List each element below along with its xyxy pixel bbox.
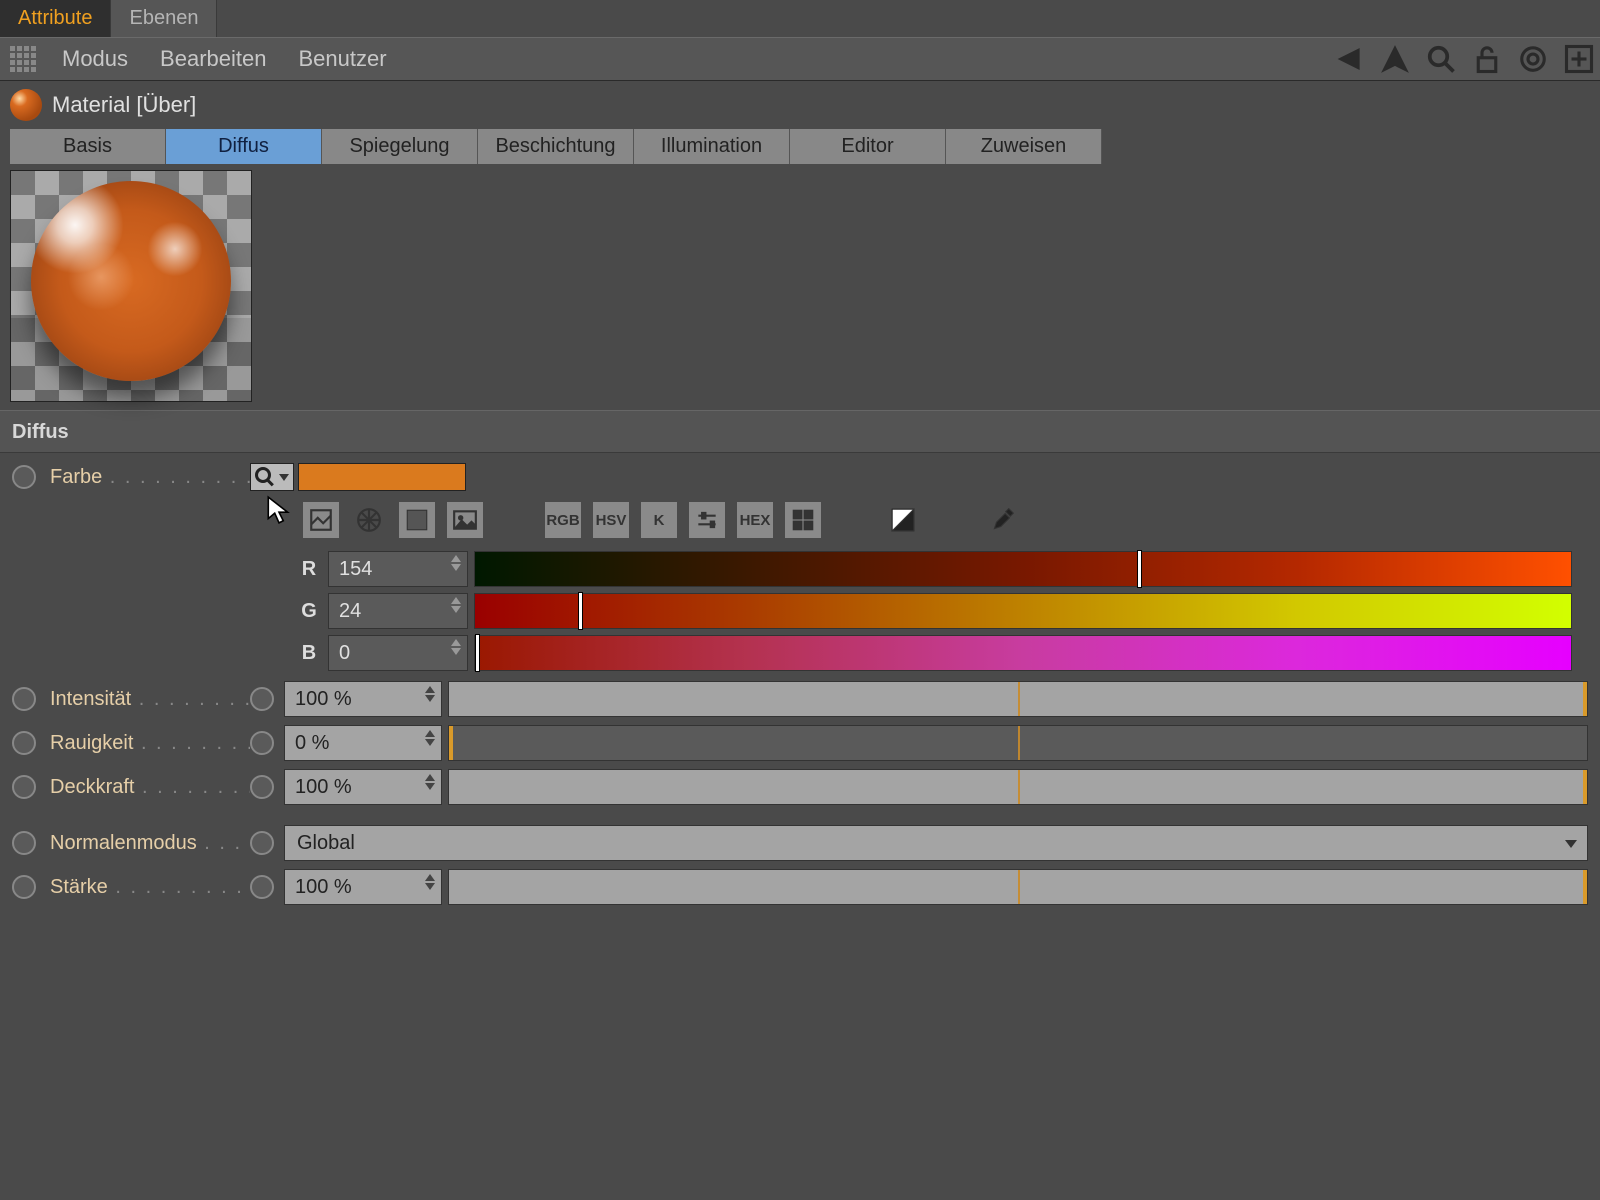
tab-illumination[interactable]: Illumination (634, 129, 790, 164)
color-tool-spectrum-icon[interactable] (398, 501, 436, 539)
color-mode-rgb[interactable]: RGB (544, 501, 582, 539)
radio-staerke[interactable] (12, 875, 36, 899)
color-mode-hsv[interactable]: HSV (592, 501, 630, 539)
anim-intensitaet[interactable] (250, 687, 274, 711)
menu-modus[interactable]: Modus (46, 42, 144, 76)
tab-editor[interactable]: Editor (790, 129, 946, 164)
dropdown-normalenmodus[interactable]: Global (284, 825, 1588, 861)
radio-intensitaet[interactable] (12, 687, 36, 711)
grid-menu-icon[interactable] (10, 46, 36, 72)
radio-deckkraft[interactable] (12, 775, 36, 799)
tab-attribute[interactable]: Attribute (0, 0, 111, 37)
color-tool-image-icon[interactable] (446, 501, 484, 539)
color-mode-mixer-icon[interactable] (688, 501, 726, 539)
anim-deckkraft[interactable] (250, 775, 274, 799)
material-thumb-icon (10, 89, 42, 121)
tab-beschichtung[interactable]: Beschichtung (478, 129, 634, 164)
target-icon[interactable] (1518, 44, 1548, 74)
menu-bearbeiten[interactable]: Bearbeiten (144, 42, 282, 76)
input-g[interactable]: 24 (328, 593, 468, 629)
preview-sphere-icon (31, 181, 231, 381)
input-staerke[interactable]: 100 % (284, 869, 442, 905)
radio-farbe[interactable] (12, 465, 36, 489)
slider-intensitaet[interactable] (448, 681, 1588, 717)
input-rauigkeit[interactable]: 0 % (284, 725, 442, 761)
anim-rauigkeit[interactable] (250, 731, 274, 755)
slider-b[interactable] (474, 635, 1572, 671)
label-farbe: Farbe (50, 466, 250, 489)
radio-rauigkeit[interactable] (12, 731, 36, 755)
label-deckkraft: Deckkraft (50, 776, 250, 799)
material-preview[interactable] (10, 170, 252, 402)
label-r: R (296, 558, 322, 581)
arrow-up-icon[interactable] (1380, 44, 1410, 74)
chevron-down-icon (279, 474, 289, 481)
slider-r[interactable] (474, 551, 1572, 587)
magnifier-icon (255, 467, 271, 483)
label-staerke: Stärke (50, 876, 250, 899)
eyedropper-icon[interactable] (984, 501, 1022, 539)
color-swatch[interactable] (298, 463, 466, 491)
tab-ebenen[interactable]: Ebenen (111, 0, 217, 37)
tab-basis[interactable]: Basis (10, 129, 166, 164)
label-intensitaet: Intensität (50, 688, 250, 711)
chevron-down-icon (1565, 840, 1577, 848)
search-icon[interactable] (1426, 44, 1456, 74)
radio-normalenmodus[interactable] (12, 831, 36, 855)
menu-benutzer[interactable]: Benutzer (282, 42, 402, 76)
color-tool-wheel-icon[interactable] (350, 501, 388, 539)
input-r[interactable]: 154 (328, 551, 468, 587)
arrow-left-icon[interactable] (1334, 44, 1364, 74)
color-mode-grid-icon[interactable] (784, 501, 822, 539)
color-picker-dropdown[interactable] (250, 463, 294, 491)
label-b: B (296, 642, 322, 665)
input-b[interactable]: 0 (328, 635, 468, 671)
tab-spiegelung[interactable]: Spiegelung (322, 129, 478, 164)
tab-zuweisen[interactable]: Zuweisen (946, 129, 1102, 164)
color-tool-swatch-icon[interactable] (302, 501, 340, 539)
color-contrast-icon[interactable] (882, 499, 924, 541)
label-g: G (296, 600, 322, 623)
slider-rauigkeit[interactable] (448, 725, 1588, 761)
new-panel-icon[interactable] (1564, 44, 1594, 74)
section-header-diffus: Diffus (0, 410, 1600, 453)
input-intensitaet[interactable]: 100 % (284, 681, 442, 717)
material-title: Material [Über] (52, 92, 196, 118)
label-rauigkeit: Rauigkeit (50, 732, 250, 755)
lock-open-icon[interactable] (1472, 44, 1502, 74)
input-deckkraft[interactable]: 100 % (284, 769, 442, 805)
slider-deckkraft[interactable] (448, 769, 1588, 805)
label-normalenmodus: Normalenmodus (50, 832, 250, 855)
color-mode-k[interactable]: K (640, 501, 678, 539)
color-mode-hex[interactable]: HEX (736, 501, 774, 539)
anim-normalenmodus[interactable] (250, 831, 274, 855)
anim-staerke[interactable] (250, 875, 274, 899)
tab-diffus[interactable]: Diffus (166, 129, 322, 164)
slider-staerke[interactable] (448, 869, 1588, 905)
slider-g[interactable] (474, 593, 1572, 629)
